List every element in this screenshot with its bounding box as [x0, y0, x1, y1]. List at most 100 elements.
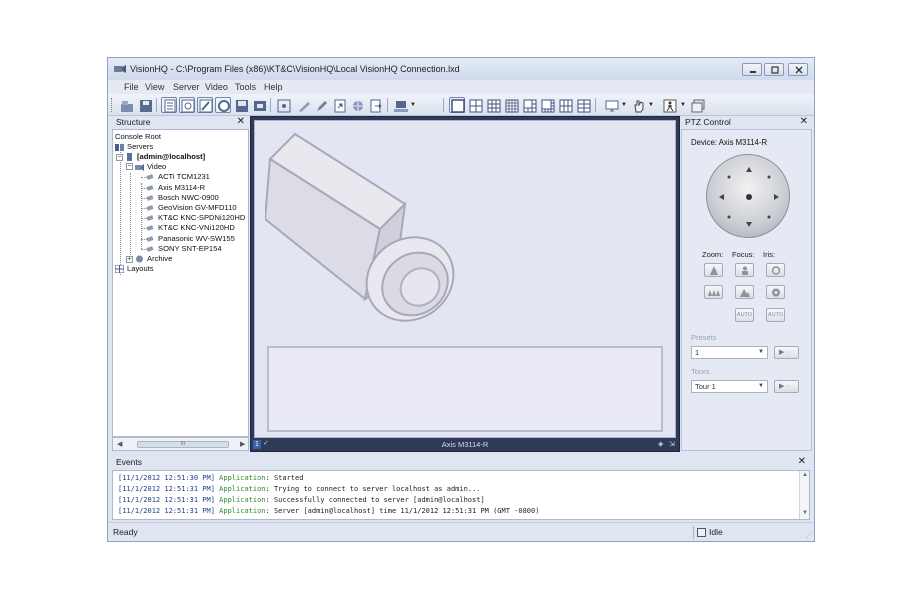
- stop-button[interactable]: [251, 97, 267, 113]
- servers-icon: [115, 143, 124, 151]
- export-button[interactable]: [331, 97, 347, 113]
- tree-camera[interactable]: Bosch NWC-0900: [146, 193, 219, 202]
- preset-go-button[interactable]: ▶ ·: [774, 346, 799, 359]
- person-dropdown-icon[interactable]: ▼: [680, 102, 686, 108]
- ptz-close-icon[interactable]: ✕: [800, 116, 808, 128]
- layout-3x4-button[interactable]: [557, 97, 573, 113]
- events-vertical-scrollbar[interactable]: ▲ ▼: [799, 471, 809, 519]
- video-slot[interactable]: [254, 120, 676, 438]
- tour-play-button[interactable]: ▶ ·: [774, 380, 799, 393]
- menu-tools[interactable]: Tools: [235, 82, 256, 92]
- layout-2x2-button[interactable]: [467, 97, 483, 113]
- document-button[interactable]: [367, 97, 383, 113]
- window-button[interactable]: [689, 97, 705, 113]
- computer-dropdown-icon[interactable]: ▼: [410, 102, 416, 108]
- hand-dropdown-icon[interactable]: ▼: [648, 102, 654, 108]
- zoom-out-button[interactable]: [704, 285, 723, 299]
- scroll-left-icon[interactable]: ◀: [117, 440, 122, 448]
- zoom-in-button[interactable]: [704, 263, 723, 277]
- tree-camera[interactable]: ACTi TCM1231: [146, 172, 210, 181]
- video-collapse-toggle[interactable]: −: [126, 163, 133, 170]
- layout-1plus5-button[interactable]: [521, 97, 537, 113]
- monitor-dropdown-icon[interactable]: ▼: [621, 102, 627, 108]
- layout-3x3-button[interactable]: [485, 97, 501, 113]
- record-button[interactable]: [215, 97, 231, 113]
- disk-button[interactable]: [233, 97, 249, 113]
- events-panel-title: Events: [112, 456, 810, 469]
- resize-grip-icon[interactable]: ⋰: [806, 532, 812, 539]
- close-button[interactable]: [788, 63, 808, 76]
- tree-archive[interactable]: Archive: [135, 254, 172, 263]
- menu-server[interactable]: Server: [173, 82, 200, 92]
- save-button[interactable]: [137, 97, 153, 113]
- minimize-button[interactable]: [742, 63, 762, 76]
- speaker-icon[interactable]: ◈: [658, 440, 663, 448]
- iris-close-button[interactable]: [766, 263, 785, 277]
- focus-auto-button[interactable]: AUTO: [735, 308, 754, 322]
- preset-select[interactable]: 1 ▼: [691, 346, 768, 359]
- menu-file[interactable]: File: [124, 82, 139, 92]
- fullscreen-button[interactable]: [275, 97, 291, 113]
- preset-select-value: 1: [695, 348, 700, 357]
- focus-near-button[interactable]: [735, 263, 754, 277]
- log-entry: [11/1/2012 12:51:30 PM] Application: Sta…: [118, 474, 303, 482]
- open-button[interactable]: [118, 97, 134, 113]
- tree-camera[interactable]: GeoVision GV-MFD110: [146, 203, 237, 212]
- menu-help[interactable]: Help: [264, 82, 283, 92]
- focus-far-button[interactable]: [735, 285, 754, 299]
- layout-1x1-button[interactable]: [449, 97, 465, 113]
- tree-server[interactable]: [admin@localhost]: [125, 152, 205, 161]
- server-collapse-toggle[interactable]: −: [116, 154, 123, 161]
- structure-horizontal-scrollbar[interactable]: ◀ III ▶: [112, 437, 249, 451]
- page-button[interactable]: [161, 97, 177, 113]
- tree-camera[interactable]: Panasonic WV-SW155: [146, 234, 235, 243]
- tree-camera[interactable]: KT&C KNC-SPDNi120HD: [146, 213, 245, 222]
- tree-server-label: [admin@localhost]: [137, 152, 206, 161]
- tree-camera[interactable]: SONY SNT-EP154: [146, 244, 222, 253]
- layout-1plus7-button[interactable]: [539, 97, 555, 113]
- person-button[interactable]: [661, 97, 677, 113]
- layout-1plus7-icon: [541, 99, 555, 113]
- scroll-thumb[interactable]: III: [137, 441, 229, 448]
- draw-button[interactable]: [295, 97, 311, 113]
- pencil-button[interactable]: [313, 97, 329, 113]
- web-button[interactable]: [349, 97, 365, 113]
- menu-view[interactable]: View: [145, 82, 164, 92]
- archive-expand-toggle[interactable]: +: [126, 256, 133, 263]
- iris-auto-button[interactable]: AUTO: [766, 308, 785, 322]
- structure-panel-title: Structure: [112, 116, 249, 129]
- scroll-up-icon[interactable]: ▲: [802, 472, 808, 478]
- structure-close-icon[interactable]: ✕: [237, 116, 245, 128]
- ptz-icon[interactable]: ⇲: [669, 440, 675, 448]
- tree-layouts[interactable]: Layouts: [115, 264, 154, 273]
- tree-camera[interactable]: Axis M3114-R: [146, 183, 205, 192]
- layout-4x3-button[interactable]: [575, 97, 591, 113]
- hand-button[interactable]: [630, 97, 646, 113]
- tree-servers[interactable]: Servers: [115, 142, 153, 151]
- ptz-body: Device: Axis M3114-R Zoom: Focus: Iris:: [681, 129, 812, 451]
- preview-button[interactable]: [179, 97, 195, 113]
- layout-4x4-button[interactable]: [503, 97, 519, 113]
- scroll-down-icon[interactable]: ▼: [802, 510, 808, 516]
- tree-video[interactable]: Video: [135, 162, 166, 171]
- tour-select[interactable]: Tour 1 ▼: [691, 380, 768, 393]
- edit-button[interactable]: [197, 97, 213, 113]
- video-viewport[interactable]: 1 ✓ Axis M3114-R ◈ ⇲: [250, 116, 680, 452]
- computer-button[interactable]: [392, 97, 408, 113]
- chevron-down-icon: ▼: [758, 349, 764, 355]
- focus-label: Focus:: [732, 250, 755, 259]
- tree-camera[interactable]: KT&C KNC-VNi120HD: [146, 223, 235, 232]
- ptz-joystick[interactable]: [706, 154, 790, 238]
- scroll-right-icon[interactable]: ▶: [240, 440, 245, 448]
- menu-video[interactable]: Video: [205, 82, 228, 92]
- trees-icon: [708, 290, 720, 296]
- draw-icon: [299, 102, 310, 112]
- toolbar-grip[interactable]: [111, 98, 114, 112]
- monitor-button[interactable]: [603, 97, 619, 113]
- events-close-icon[interactable]: ✕: [798, 456, 806, 468]
- tree-console-root[interactable]: Console Root: [115, 132, 161, 141]
- maximize-button[interactable]: [764, 63, 784, 76]
- ptz-panel: PTZ Control ✕ Device: Axis M3114-R Zoom:…: [681, 116, 812, 452]
- tree-icon: [710, 266, 718, 275]
- iris-open-button[interactable]: [766, 285, 785, 299]
